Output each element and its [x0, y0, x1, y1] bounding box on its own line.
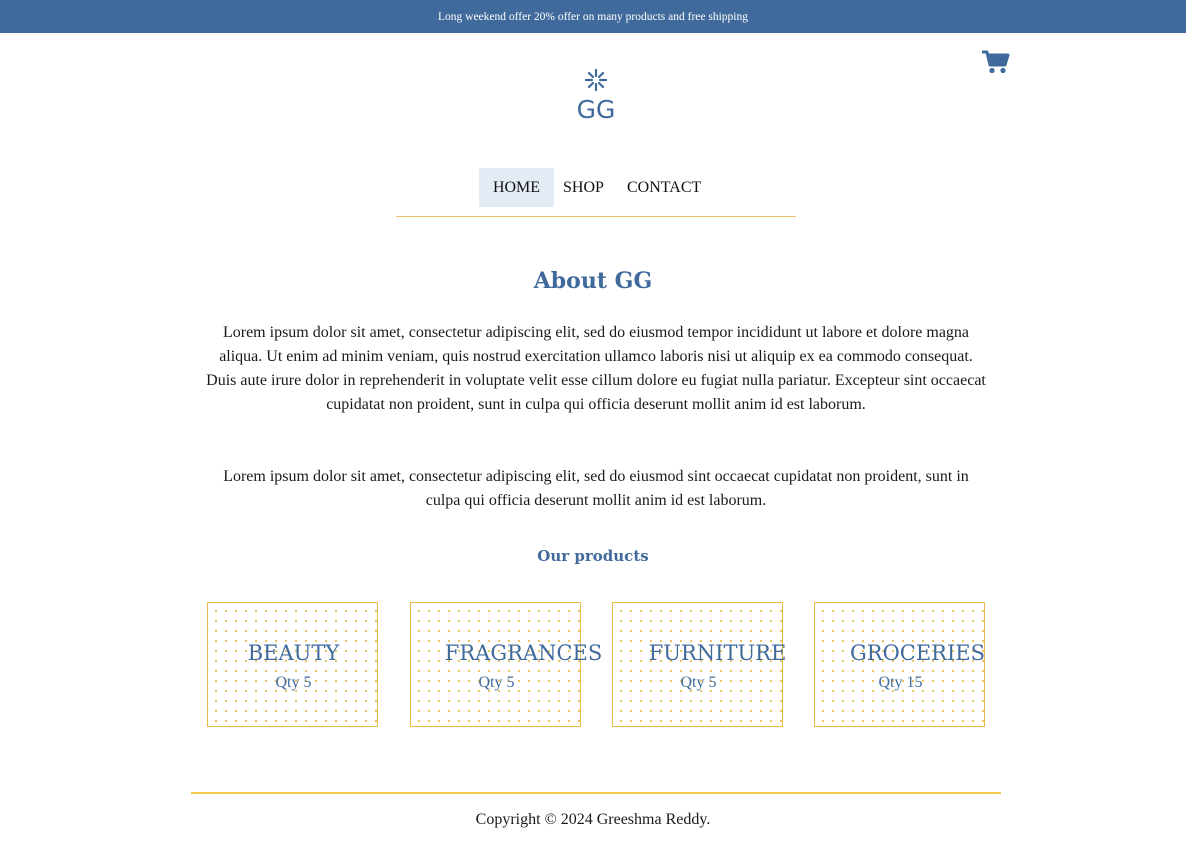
about-paragraph-1: Lorem ipsum dolor sit amet, consectetur … [206, 324, 986, 413]
product-name: FURNITURE [648, 641, 787, 665]
product-qty: Qty 15 [878, 674, 923, 691]
product-qty: Qty 5 [680, 674, 717, 691]
product-card-furniture[interactable]: FURNITURE Qty 5 [612, 602, 786, 727]
footer-divider [191, 792, 1001, 794]
product-qty: Qty 5 [275, 674, 312, 691]
about-paragraph-2: Lorem ipsum dolor sit amet, consectetur … [223, 468, 969, 509]
logo-text: GG [577, 95, 616, 124]
product-name: BEAUTY [247, 641, 340, 665]
product-card-beauty[interactable]: BEAUTY Qty 5 [207, 602, 378, 727]
promo-banner: Long weekend offer 20% offer on many pro… [0, 0, 1186, 33]
about-title: About GG [533, 268, 653, 294]
product-name: GROCERIES [849, 641, 986, 665]
shopping-cart-icon[interactable] [981, 49, 1010, 75]
main-nav: HOME SHOP CONTACT [396, 168, 796, 217]
nav-shop[interactable]: SHOP [563, 168, 604, 207]
product-qty: Qty 5 [478, 674, 515, 691]
nav-contact[interactable]: CONTACT [627, 168, 701, 207]
nav-home[interactable]: HOME [479, 168, 554, 207]
footer-copyright: Copyright © 2024 Greeshma Reddy. [475, 811, 711, 828]
product-card-fragrances[interactable]: FRAGRANCES Qty 5 [410, 602, 602, 727]
promo-text: Long weekend offer 20% offer on many pro… [438, 11, 748, 23]
products-title: Our products [537, 547, 649, 565]
product-card-groceries[interactable]: GROCERIES Qty 15 [814, 602, 985, 727]
site-logo[interactable]: GG [571, 66, 621, 124]
product-name: FRAGRANCES [444, 641, 603, 665]
